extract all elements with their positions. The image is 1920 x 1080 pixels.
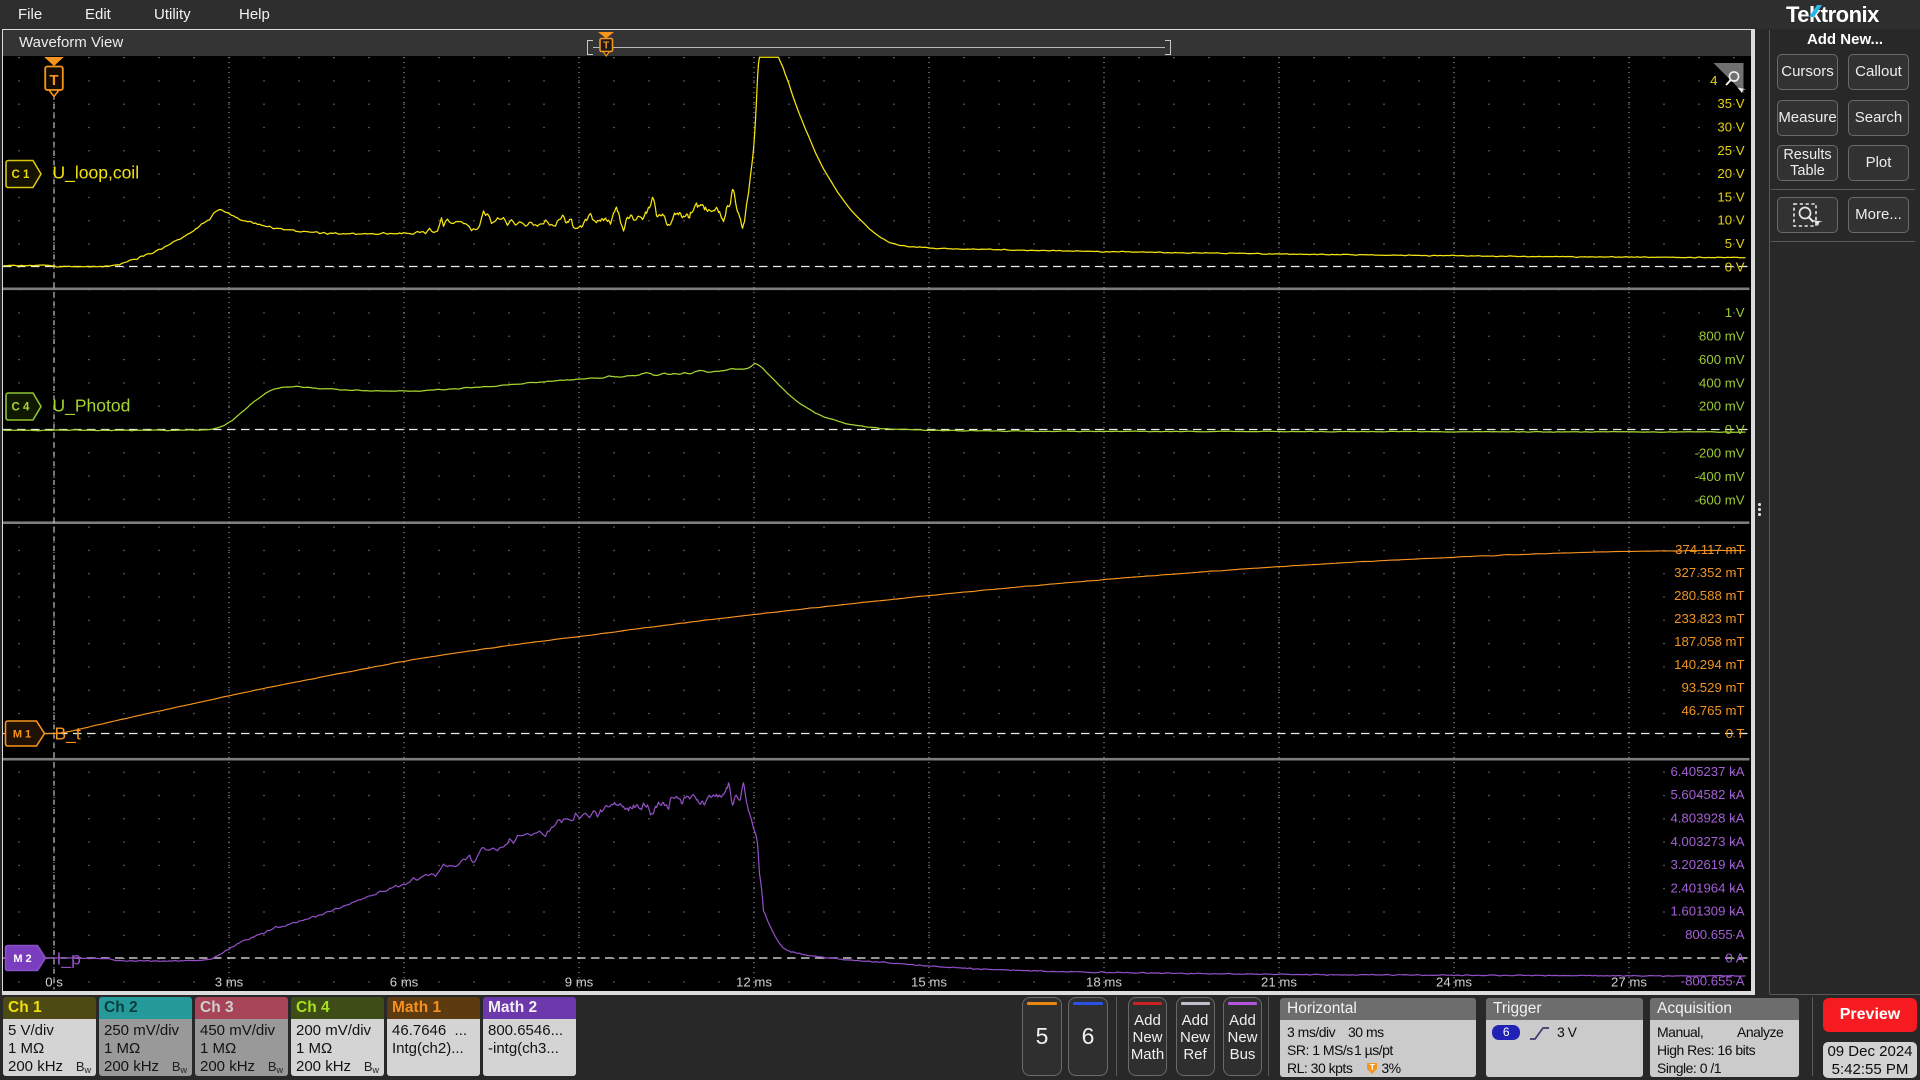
svg-text:6.405237 kA: 6.405237 kA xyxy=(1670,763,1744,778)
svg-text:600 mV: 600 mV xyxy=(1699,351,1745,366)
svg-text:0 A: 0 A xyxy=(1725,950,1744,965)
svg-text:374.117 mT: 374.117 mT xyxy=(1675,542,1744,557)
svg-text:0 s: 0 s xyxy=(45,974,63,989)
svg-text:93.529 mT: 93.529 mT xyxy=(1681,680,1744,695)
svg-text:187.058 mT: 187.058 mT xyxy=(1674,634,1744,649)
svg-text:4.003273 kA: 4.003273 kA xyxy=(1670,833,1744,848)
svg-text:5 V: 5 V xyxy=(1725,236,1745,251)
svg-text:10 V: 10 V xyxy=(1717,212,1744,227)
svg-text:-400 mV: -400 mV xyxy=(1695,468,1745,483)
svg-text:35 V: 35 V xyxy=(1717,96,1744,111)
svg-text:3.202619 kA: 3.202619 kA xyxy=(1670,857,1744,872)
svg-text:800.655 A: 800.655 A xyxy=(1685,927,1745,942)
svg-text:46.765 mT: 46.765 mT xyxy=(1681,703,1744,718)
svg-text:25 V: 25 V xyxy=(1717,142,1744,157)
svg-text:2.401964 kA: 2.401964 kA xyxy=(1670,880,1744,895)
svg-text:327.352 mT: 327.352 mT xyxy=(1674,565,1744,580)
svg-text:5.604582 kA: 5.604582 kA xyxy=(1670,787,1744,802)
svg-text:C 1: C 1 xyxy=(12,169,31,181)
svg-text:15 ms: 15 ms xyxy=(911,974,947,989)
svg-text:U_Photod: U_Photod xyxy=(53,395,131,416)
svg-text:B_t: B_t xyxy=(55,723,81,744)
svg-text:400 mV: 400 mV xyxy=(1699,375,1745,390)
svg-text:I_p: I_p xyxy=(57,948,81,969)
svg-text:-800.655 A: -800.655 A xyxy=(1681,973,1745,988)
svg-text:-200 mV: -200 mV xyxy=(1695,445,1745,460)
svg-text:800 mV: 800 mV xyxy=(1699,328,1745,343)
svg-text:T: T xyxy=(603,41,609,52)
svg-text:3 ms: 3 ms xyxy=(215,974,244,989)
svg-text:200 mV: 200 mV xyxy=(1699,398,1745,413)
svg-text:27 ms: 27 ms xyxy=(1611,974,1647,989)
svg-text:-600 mV: -600 mV xyxy=(1695,492,1745,507)
svg-text:20 V: 20 V xyxy=(1717,166,1744,181)
svg-text:1 V: 1 V xyxy=(1725,305,1745,320)
svg-text:24 ms: 24 ms xyxy=(1436,974,1472,989)
svg-text:9 ms: 9 ms xyxy=(565,974,594,989)
svg-text:15 V: 15 V xyxy=(1717,189,1744,204)
svg-text:233.823 mT: 233.823 mT xyxy=(1674,611,1744,626)
svg-text:6 ms: 6 ms xyxy=(390,974,419,989)
svg-text:0 T: 0 T xyxy=(1726,726,1745,741)
svg-text:4: 4 xyxy=(1710,72,1717,87)
svg-text:0 V: 0 V xyxy=(1725,259,1745,274)
svg-text:M 1: M 1 xyxy=(13,728,31,740)
svg-text:M 2: M 2 xyxy=(13,953,31,965)
svg-text:140.294 mT: 140.294 mT xyxy=(1674,657,1744,672)
svg-text:4.803928 kA: 4.803928 kA xyxy=(1670,810,1744,825)
svg-text:0 V: 0 V xyxy=(1725,422,1745,437)
svg-text:C 4: C 4 xyxy=(12,401,31,413)
svg-text:12 ms: 12 ms xyxy=(736,974,772,989)
svg-text:T: T xyxy=(49,72,58,89)
svg-text:280.588 mT: 280.588 mT xyxy=(1674,588,1744,603)
svg-text:18 ms: 18 ms xyxy=(1086,974,1122,989)
svg-text:21 ms: 21 ms xyxy=(1261,974,1297,989)
svg-text:U_loop,coil: U_loop,coil xyxy=(53,162,140,183)
svg-text:1.601309 kA: 1.601309 kA xyxy=(1670,903,1744,918)
svg-text:30 V: 30 V xyxy=(1717,119,1744,134)
